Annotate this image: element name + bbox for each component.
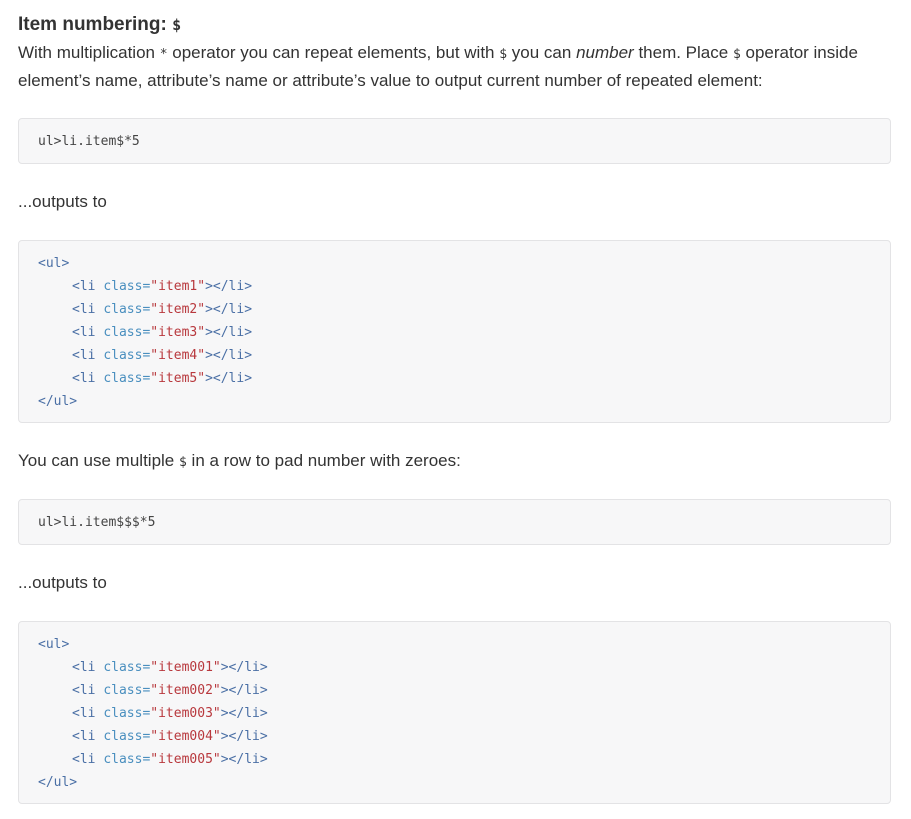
outputs-to-label-1: ...outputs to [18,192,107,211]
class-value-token: "item3" [150,325,206,340]
li-close-token: ></li> [220,752,268,767]
intro-text-4: them. Place [633,43,733,62]
code-block-example-1: ul>li.item$*5 [18,118,891,164]
pad-zeroes-paragraph: You can use multiple $ in a row to pad n… [18,448,893,476]
abbreviation-code-2: ul>li.item$$$*5 [38,515,156,530]
code-line-li: <li class="item3"></li> [72,321,252,344]
li-open-token: <li [72,302,104,317]
class-value-token: "item1" [150,279,206,294]
intro-text-1: With multiplication [18,43,160,62]
section-heading: Item numbering: $ [18,13,181,37]
pad-text-2: in a row to pad number with zeroes: [186,451,461,470]
ul-open-tag: <ul> [38,256,70,271]
class-attr-token: class= [103,325,151,340]
code-line-li: <li class="item4"></li> [72,344,252,367]
class-value-token: "item004" [150,729,221,744]
code-line-li: <li class="item1"></li> [72,275,252,298]
pad-text-1: You can use multiple [18,451,179,470]
class-attr-token: class= [103,371,151,386]
code-block-output-2: <ul> <li class="item001"></li> <li class=… [18,621,891,804]
ul-close-tag: </ul> [38,394,78,409]
code-line-li: <li class="item5"></li> [72,367,252,390]
li-close-token: ></li> [205,371,253,386]
class-value-token: "item001" [150,660,221,675]
intro-code-dollar: $ [499,47,508,62]
li-open-token: <li [72,348,104,363]
class-attr-token: class= [103,752,151,767]
li-open-token: <li [72,752,104,767]
code-line-li: <li class="item2"></li> [72,298,252,321]
li-open-token: <li [72,683,104,698]
intro-code-multiply: * [159,47,168,62]
li-close-token: ></li> [205,302,253,317]
li-close-token: ></li> [220,683,268,698]
class-value-token: "item5" [150,371,206,386]
class-value-token: "item4" [150,348,206,363]
li-open-token: <li [72,706,104,721]
li-open-token: <li [72,325,104,340]
li-open-token: <li [72,371,104,386]
ul-close-tag-2: </ul> [38,775,78,790]
ul-open-tag-2: <ul> [38,637,70,652]
abbreviation-code: ul>li.item$*5 [38,134,140,149]
li-close-token: ></li> [220,706,268,721]
intro-code-dollar-2: $ [732,47,741,62]
heading-symbol: $ [172,16,182,34]
class-value-token: "item003" [150,706,221,721]
code-block-output-1: <ul> <li class="item1"></li> <li class="i… [18,240,891,423]
intro-emphasis: number [576,43,634,62]
class-value-token: "item005" [150,752,221,767]
heading-text: Item numbering: [18,14,173,35]
class-attr-token: class= [103,348,151,363]
class-attr-token: class= [103,279,151,294]
code-line-li: <li class="item001"></li> [72,656,268,679]
code-line-li: <li class="item002"></li> [72,679,268,702]
code-line-li: <li class="item005"></li> [72,748,268,771]
class-attr-token: class= [103,660,151,675]
li-open-token: <li [72,660,104,675]
li-close-token: ></li> [220,660,268,675]
class-attr-token: class= [103,302,151,317]
li-close-token: ></li> [205,325,253,340]
li-open-token: <li [72,729,104,744]
li-close-token: ></li> [205,348,253,363]
li-open-token: <li [72,279,104,294]
class-value-token: "item002" [150,683,221,698]
intro-paragraph: With multiplication * operator you can r… [18,40,893,94]
intro-text-2: operator you can repeat elements, but wi… [167,43,500,62]
code-line-li: <li class="item004"></li> [72,725,268,748]
code-line-li: <li class="item003"></li> [72,702,268,725]
li-close-token: ></li> [205,279,253,294]
class-value-token: "item2" [150,302,206,317]
class-attr-token: class= [103,729,151,744]
class-attr-token: class= [103,706,151,721]
outputs-to-label-2: ...outputs to [18,573,107,592]
intro-text-3: you can [507,43,577,62]
pad-code-dollar: $ [178,455,187,470]
class-attr-token: class= [103,683,151,698]
code-block-example-2: ul>li.item$$$*5 [18,499,891,545]
li-close-token: ></li> [220,729,268,744]
